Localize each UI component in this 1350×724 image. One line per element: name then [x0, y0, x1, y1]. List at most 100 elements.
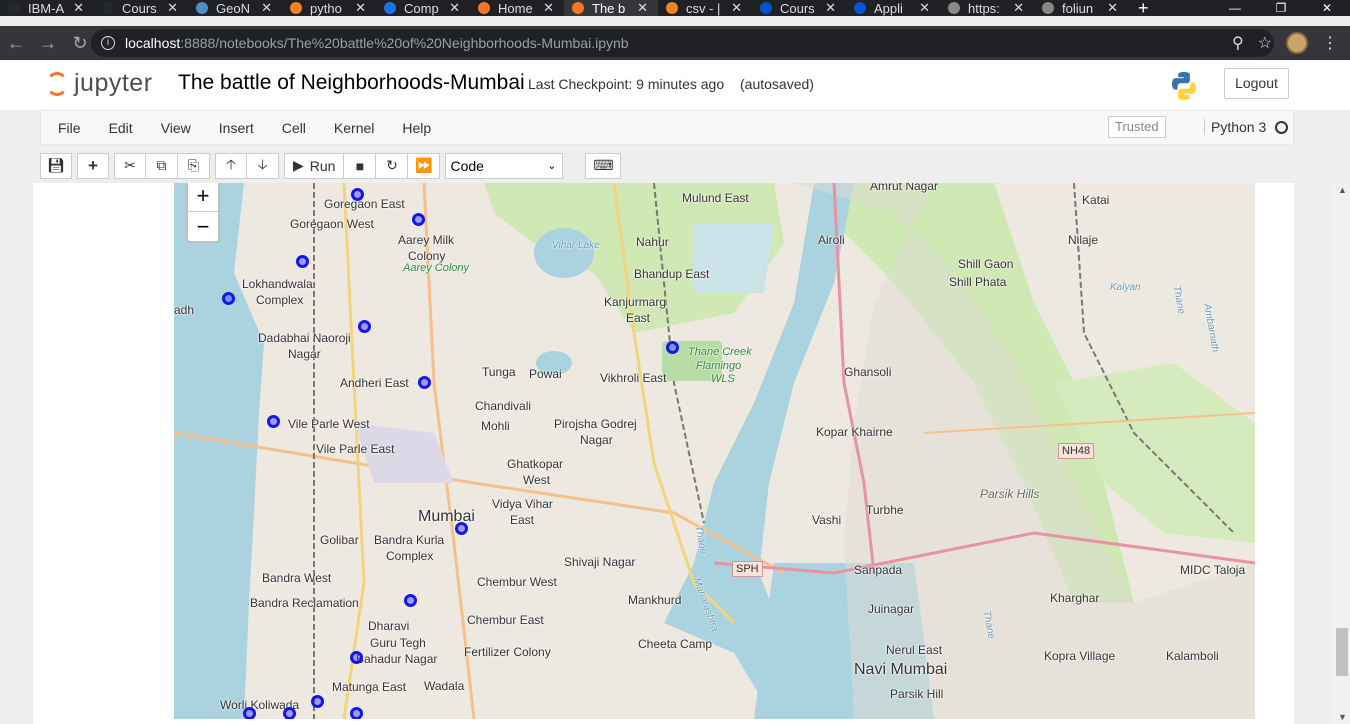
move-up-icon[interactable]: 🡡 [215, 152, 247, 179]
menu-view[interactable]: View [147, 120, 205, 136]
map-label: Bhandup East [634, 267, 710, 281]
more-menu-icon[interactable]: ⋮ [1322, 33, 1338, 53]
site-info-icon[interactable]: i [101, 36, 115, 50]
browser-tab[interactable]: foliun ✕ [1034, 0, 1128, 16]
circle-marker[interactable] [296, 255, 309, 268]
paste-icon[interactable]: ⎘ [178, 152, 210, 179]
browser-tab[interactable]: https: ✕ [940, 0, 1034, 16]
cell-type-select[interactable]: Code ⌄ [445, 152, 564, 179]
copy-icon[interactable]: ⧉ [146, 152, 178, 179]
browser-tab[interactable]: Appli ✕ [846, 0, 940, 16]
circle-marker[interactable] [358, 320, 371, 333]
profile-avatar[interactable] [1286, 32, 1308, 54]
map-label: Vile Parle East [316, 442, 395, 456]
forward-icon[interactable]: → [32, 33, 64, 54]
close-tab-icon[interactable]: ✕ [637, 0, 648, 16]
circle-marker[interactable] [283, 707, 296, 719]
browser-tab[interactable]: csv - | ✕ [658, 0, 752, 16]
menu-insert[interactable]: Insert [205, 120, 268, 136]
interrupt-icon[interactable]: ■ [344, 152, 377, 179]
circle-marker[interactable] [351, 188, 364, 201]
browser-tab[interactable]: The b ✕ [564, 0, 658, 16]
map-label: Dadabhai Naoroji [258, 331, 351, 345]
restart-icon[interactable]: ↻ [376, 152, 409, 179]
close-tab-icon[interactable]: ✕ [731, 0, 742, 16]
browser-tab[interactable]: IBM-A ✕ [0, 0, 94, 16]
zoom-out-button[interactable]: − [188, 211, 218, 241]
menu-cell[interactable]: Cell [268, 120, 320, 136]
circle-marker[interactable] [418, 376, 431, 389]
folium-map[interactable]: + − Goregaon East Goregaon West Aarey Milk… [174, 183, 1255, 719]
menu-kernel[interactable]: Kernel [320, 120, 388, 136]
circle-marker[interactable] [666, 341, 679, 354]
circle-marker[interactable] [404, 594, 417, 607]
menu-edit[interactable]: Edit [95, 120, 147, 136]
map-label: adh [174, 303, 195, 317]
bookmark-star-icon[interactable]: ☆ [1258, 33, 1272, 53]
notebook-title[interactable]: The battle of Neighborhoods-Mumbai [178, 71, 525, 95]
close-tab-icon[interactable]: ✕ [825, 0, 836, 16]
run-button[interactable]: ▶ Run [284, 152, 345, 179]
scroll-down-icon[interactable]: ▼ [1338, 712, 1347, 722]
keyboard-icon[interactable]: ⌨ [585, 152, 622, 179]
tab-title: Home [498, 0, 533, 16]
map-label: Fertilizer Colony [464, 645, 551, 659]
map-label: Shill Gaon [958, 257, 1014, 271]
close-tab-icon[interactable]: ✕ [919, 0, 930, 16]
scroll-thumb[interactable] [1336, 628, 1348, 676]
stackoverflow-icon [290, 2, 302, 14]
close-tab-icon[interactable]: ✕ [543, 0, 554, 16]
maximize-icon[interactable]: ❐ [1258, 0, 1304, 16]
close-tab-icon[interactable]: ✕ [355, 0, 366, 16]
circle-marker[interactable] [412, 213, 425, 226]
zoom-in-button[interactable]: + [188, 183, 218, 211]
logout-button[interactable]: Logout [1224, 68, 1289, 99]
browser-tab[interactable]: GeoN ✕ [188, 0, 282, 16]
browser-tab[interactable]: Comp ✕ [376, 0, 470, 16]
circle-marker[interactable] [243, 707, 256, 719]
close-tab-icon[interactable]: ✕ [449, 0, 460, 16]
browser-tab[interactable]: pytho ✕ [282, 0, 376, 16]
scroll-up-icon[interactable]: ▲ [1338, 185, 1347, 195]
trusted-badge[interactable]: Trusted [1108, 116, 1166, 138]
circle-marker[interactable] [222, 292, 235, 305]
insert-cell-icon[interactable]: + [77, 152, 109, 179]
map-label: Kharghar [1050, 591, 1100, 605]
tab-title: csv - | [686, 0, 721, 16]
close-tab-icon[interactable]: ✕ [167, 0, 178, 16]
restart-run-all-icon[interactable]: ⏩ [408, 152, 441, 179]
save-icon[interactable]: 💾︎ [40, 152, 72, 179]
jupyter-logo[interactable]: jupyter [46, 69, 153, 98]
close-tab-icon[interactable]: ✕ [261, 0, 272, 16]
browser-tab[interactable]: Cours ✕ [94, 0, 188, 16]
browser-tab[interactable]: Home ✕ [470, 0, 564, 16]
cut-icon[interactable]: ✂ [114, 152, 146, 179]
url-bar[interactable]: i localhost :8888/notebooks/The%20battle… [91, 29, 1274, 57]
checkpoint-status: Last Checkpoint: 9 minutes ago [528, 76, 725, 92]
back-icon[interactable]: ← [0, 33, 32, 54]
zoom-icon[interactable]: ⚲ [1232, 33, 1244, 53]
tab-title: Cours [122, 0, 157, 16]
close-tab-icon[interactable]: ✕ [1107, 0, 1118, 16]
jupyter-logo-icon [46, 71, 68, 96]
page-scrollbar[interactable]: ▲ ▼ [1334, 183, 1350, 724]
circle-marker[interactable] [455, 522, 468, 535]
browser-tab[interactable]: Cours ✕ [752, 0, 846, 16]
move-down-icon[interactable]: 🡣 [247, 152, 279, 179]
circle-marker[interactable] [311, 695, 324, 708]
map-label: Flamingo [696, 360, 742, 372]
close-tab-icon[interactable]: ✕ [1013, 0, 1024, 16]
circle-marker[interactable] [267, 415, 280, 428]
circle-marker[interactable] [350, 651, 363, 664]
close-tab-icon[interactable]: ✕ [73, 0, 84, 16]
circle-marker[interactable] [350, 707, 363, 719]
map-label: Powai [529, 367, 562, 381]
minimize-icon[interactable]: — [1212, 0, 1258, 16]
menu-file[interactable]: File [41, 120, 95, 136]
address-bar-row: ← → ↻ i localhost :8888/notebooks/The%20… [0, 26, 1350, 60]
new-tab-icon[interactable]: + [1138, 0, 1158, 19]
map-label: Vidya Vihar [492, 497, 553, 511]
close-window-icon[interactable]: ✕ [1304, 0, 1350, 16]
menu-help[interactable]: Help [388, 120, 445, 136]
url-path: :8888/notebooks/The%20battle%20of%20Neig… [180, 35, 629, 51]
